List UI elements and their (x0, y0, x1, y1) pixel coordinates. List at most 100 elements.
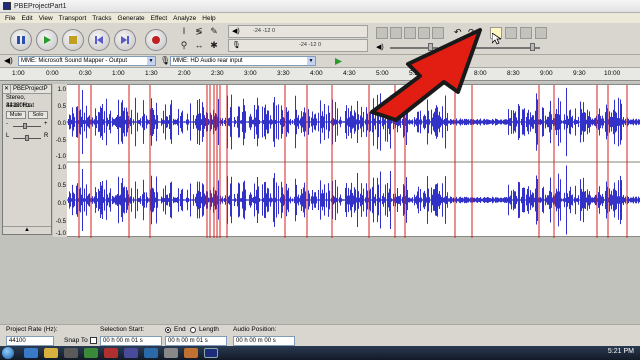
ruler-label: 2:30 (211, 70, 224, 77)
mouse-cursor-icon (492, 33, 501, 45)
selection-end-field[interactable]: 00 h 00 m 01 s (165, 336, 227, 346)
project-rate-select[interactable]: 44100 (6, 336, 54, 346)
tools-toolbar: I ≶ ✎ ⚲ ↔ ✱ (178, 24, 224, 54)
menu-edit[interactable]: Edit (18, 15, 35, 22)
scale-label: 0.0 (57, 201, 66, 207)
ruler-label: 8:30 (507, 70, 520, 77)
ruler-label: 9:00 (540, 70, 553, 77)
device-toolbar: ◀) MME: Microsoft Sound Mapper - Output … (0, 55, 640, 68)
trim-icon[interactable] (418, 27, 430, 39)
menu-transport[interactable]: Transport (56, 15, 90, 22)
envelope-tool-icon[interactable]: ≶ (193, 25, 205, 37)
input-device-select[interactable]: MME: HD Audio rear input ▼ (170, 56, 316, 66)
app-icon[interactable] (184, 348, 198, 358)
track-name-menu[interactable]: PBEProjectP (11, 86, 48, 92)
amplitude-scale: 1.0 0.5 0.0 -0.5 -1.0 1.0 0.5 0.0 -0.5 -… (53, 84, 67, 237)
menu-generate[interactable]: Generate (115, 15, 148, 22)
output-meter-scale: -24 -12 0 (253, 28, 276, 34)
mute-button[interactable]: Mute (6, 111, 26, 119)
track-bitdepth: 32-bit float (6, 103, 35, 109)
ruler-label: 0:00 (46, 70, 59, 77)
length-label: Length (199, 326, 219, 333)
paste-icon[interactable] (404, 27, 416, 39)
cut-icon[interactable] (376, 27, 388, 39)
menu-analyze[interactable]: Analyze (170, 15, 199, 22)
selection-start-field[interactable]: 00 h 00 m 01 s (100, 336, 162, 346)
undo-icon[interactable]: ↶ (454, 27, 466, 39)
collapse-track-icon[interactable]: ▲ (3, 226, 51, 234)
scale-label: -0.5 (55, 219, 66, 225)
media-icon[interactable] (64, 348, 78, 358)
audacity-taskbar-icon[interactable] (204, 348, 218, 358)
scale-label: 1.0 (57, 165, 66, 171)
ruler-label: 9:30 (573, 70, 586, 77)
edit-toolbar: ↶ ↷ (372, 25, 552, 41)
speaker-icon: ◀) (232, 28, 240, 35)
input-meter[interactable]: 🎙 -24 -12 0 (228, 39, 368, 52)
playback-speed-thumb[interactable] (530, 43, 535, 51)
end-radio[interactable] (165, 327, 171, 333)
length-radio[interactable] (190, 327, 196, 333)
app-icon[interactable] (104, 348, 118, 358)
ruler-label: 4:00 (310, 70, 323, 77)
gain-slider[interactable]: - + (3, 120, 51, 132)
waveform-graphic (67, 85, 640, 238)
scale-label: -1.0 (55, 231, 66, 237)
copy-icon[interactable] (390, 27, 402, 39)
redo-icon[interactable]: ↷ (468, 27, 480, 39)
audio-position-field[interactable]: 00 h 00 m 00 s (233, 336, 295, 346)
skip-end-icon (121, 36, 129, 44)
menu-file[interactable]: File (2, 15, 18, 22)
timeshift-tool-icon[interactable]: ↔ (193, 39, 205, 51)
output-meter[interactable]: ◀) -24 -12 0 (228, 25, 368, 38)
gain-plus-label: + (44, 121, 48, 127)
menu-tracks[interactable]: Tracks (89, 15, 114, 22)
menu-help[interactable]: Help (199, 15, 218, 22)
record-button[interactable] (145, 29, 167, 51)
ruler-label: 3:00 (244, 70, 257, 77)
timeline-ruler[interactable]: 1:00 0:00 0:30 1:00 1:30 2:00 2:30 3:00 … (0, 68, 640, 81)
project-rate-label: Project Rate (Hz): (6, 326, 58, 333)
zoom-out-icon[interactable] (520, 27, 532, 39)
skip-end-button[interactable] (114, 29, 136, 51)
app-icon[interactable] (124, 348, 138, 358)
silence-icon[interactable] (432, 27, 444, 39)
start-button[interactable] (2, 347, 14, 359)
stop-button[interactable] (62, 29, 84, 51)
menu-bar: File Edit View Transport Tracks Generate… (0, 13, 640, 23)
playback-volume-thumb[interactable] (428, 43, 433, 51)
ie-icon[interactable] (24, 348, 38, 358)
menu-effect[interactable]: Effect (148, 15, 171, 22)
gain-minus-label: - (6, 121, 8, 127)
close-track-icon[interactable]: ✕ (3, 85, 11, 93)
pause-button[interactable] (10, 29, 32, 51)
toolbar-area: I ≶ ✎ ⚲ ↔ ✱ ◀) -24 -12 0 🎙 -24 -12 0 ↶ ↷ (0, 23, 640, 55)
snap-to-checkbox[interactable] (90, 337, 97, 344)
pan-left-label: L (6, 133, 10, 139)
solo-button[interactable]: Solo (28, 111, 48, 119)
zoom-tool-icon[interactable]: ⚲ (178, 39, 190, 51)
app-icon[interactable] (84, 348, 98, 358)
draw-tool-icon[interactable]: ✎ (208, 25, 220, 37)
end-label: End (174, 326, 186, 333)
app-icon[interactable] (144, 348, 158, 358)
output-device-select[interactable]: MME: Microsoft Sound Mapper - Output ▼ (18, 56, 156, 66)
audacity-window: PBEProjectPart1 File Edit View Transport… (0, 0, 640, 360)
explorer-icon[interactable] (44, 348, 58, 358)
menu-view[interactable]: View (36, 15, 56, 22)
fit-selection-icon[interactable] (535, 27, 547, 39)
multi-tool-icon[interactable]: ✱ (208, 39, 220, 51)
skip-start-button[interactable] (88, 29, 110, 51)
scale-label: 1.0 (57, 87, 66, 93)
snap-to-label: Snap To (64, 337, 88, 344)
play-at-speed-icon[interactable] (334, 57, 343, 66)
pan-slider[interactable]: L R (3, 132, 51, 144)
waveform-display[interactable] (67, 84, 640, 238)
app-icon[interactable] (164, 348, 178, 358)
audio-position-label: Audio Position: (233, 326, 277, 333)
zoom-in-icon[interactable] (505, 27, 517, 39)
selection-tool-icon[interactable]: I (178, 25, 190, 37)
play-button[interactable] (36, 29, 58, 51)
stop-icon (69, 36, 77, 44)
ruler-label: 5:30 (409, 70, 422, 77)
